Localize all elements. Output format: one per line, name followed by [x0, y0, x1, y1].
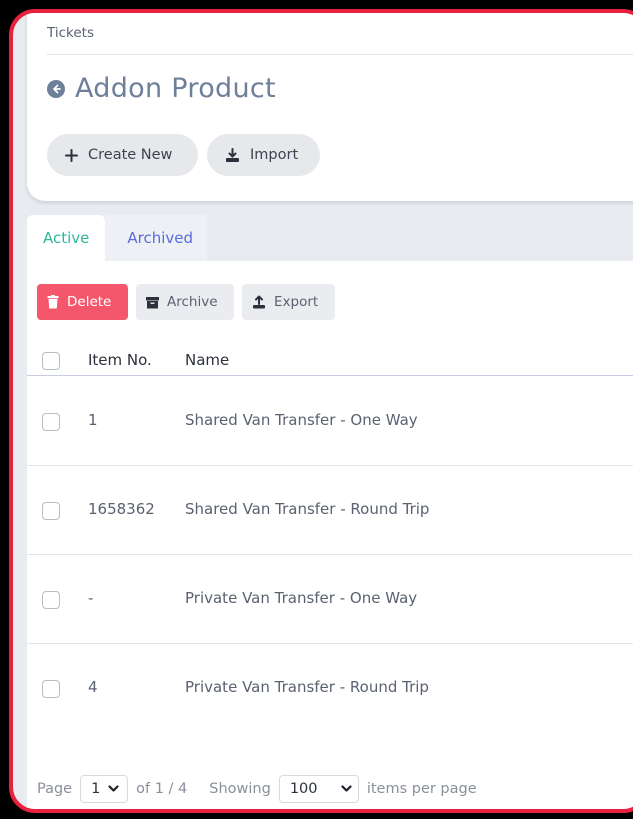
archive-button[interactable]: Archive — [136, 284, 234, 320]
name-cell[interactable]: Shared Van Transfer - One Way — [185, 411, 418, 429]
upload-icon — [253, 295, 265, 309]
app-frame: Tickets Addon Product Create New Import … — [9, 9, 633, 813]
archive-label: Archive — [167, 294, 218, 310]
page-count: of 1 / 4 — [136, 781, 188, 797]
select-all-checkbox[interactable] — [42, 352, 60, 370]
row-checkbox[interactable] — [42, 413, 60, 431]
page-label: Page — [37, 781, 73, 797]
column-header-item-no[interactable]: Item No. — [88, 351, 152, 369]
pagination: Page 1 of 1 / 4 Showing 100 items per pa… — [37, 774, 477, 804]
page-header: Tickets Addon Product Create New Import — [27, 13, 633, 201]
create-new-label: Create New — [88, 147, 173, 163]
export-label: Export — [274, 294, 319, 310]
create-new-button[interactable]: Create New — [47, 134, 198, 176]
breadcrumb[interactable]: Tickets — [47, 25, 94, 41]
table-header: Item No. Name — [27, 333, 633, 376]
chevron-down-icon — [341, 785, 352, 792]
row-checkbox[interactable] — [42, 591, 60, 609]
title-row: Addon Product — [47, 73, 276, 104]
chevron-down-icon — [108, 785, 119, 792]
page-select-value: 1 — [91, 781, 101, 797]
page-title: Addon Product — [75, 73, 276, 104]
divider — [47, 54, 633, 55]
export-button[interactable]: Export — [242, 284, 335, 320]
name-cell[interactable]: Private Van Transfer - One Way — [185, 589, 417, 607]
item-no-cell: 1 — [88, 411, 98, 429]
table-row[interactable]: 4 Private Van Transfer - Round Trip — [27, 644, 633, 732]
showing-label: Showing — [209, 781, 271, 797]
table-panel: Delete Archive Export Item No. Name 1 Sh… — [27, 261, 633, 809]
item-no-cell: 1658362 — [88, 500, 155, 518]
per-page-suffix: items per page — [366, 781, 477, 797]
delete-button[interactable]: Delete — [37, 284, 128, 320]
per-page-select[interactable]: 100 — [278, 775, 359, 803]
table-row[interactable]: 1658362 Shared Van Transfer - Round Trip — [27, 466, 633, 555]
tab-archived-label: Archived — [127, 229, 194, 247]
page-select[interactable]: 1 — [80, 775, 129, 803]
tab-active[interactable]: Active — [27, 215, 106, 261]
table-row[interactable]: - Private Van Transfer - One Way — [27, 555, 633, 644]
trash-icon — [47, 295, 59, 309]
back-arrow-icon[interactable] — [47, 79, 65, 98]
column-header-name[interactable]: Name — [185, 351, 229, 369]
delete-label: Delete — [67, 294, 112, 310]
import-button[interactable]: Import — [207, 134, 320, 176]
tab-bar: Active Archived — [27, 215, 208, 261]
plus-icon — [65, 148, 78, 162]
table-row[interactable]: 1 Shared Van Transfer - One Way — [27, 377, 633, 466]
row-checkbox[interactable] — [42, 502, 60, 520]
item-no-cell: - — [88, 589, 94, 607]
import-label: Import — [250, 147, 299, 163]
tab-archived[interactable]: Archived — [105, 215, 208, 261]
per-page-value: 100 — [289, 781, 318, 797]
archive-box-icon — [146, 296, 159, 308]
download-icon — [226, 147, 239, 162]
name-cell[interactable]: Private Van Transfer - Round Trip — [185, 678, 429, 696]
item-no-cell: 4 — [88, 678, 98, 696]
name-cell[interactable]: Shared Van Transfer - Round Trip — [185, 500, 429, 518]
row-checkbox[interactable] — [42, 680, 60, 698]
tab-active-label: Active — [43, 229, 90, 247]
